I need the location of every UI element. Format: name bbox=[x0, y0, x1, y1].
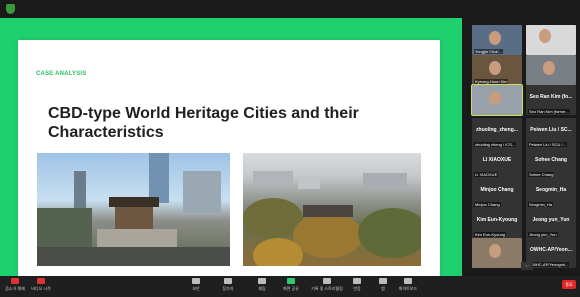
participant-caption: OWHC-AP/Yeongmi... bbox=[528, 262, 570, 267]
participant-tile-16[interactable]: OWHC-AP/Yeon... OWHC-AP/Yeongmi... bbox=[526, 238, 576, 268]
participant-face bbox=[539, 29, 551, 43]
start-video-label: 비디오 시작 bbox=[31, 286, 51, 291]
participant-name: Seo Ran Kim (fo... bbox=[529, 94, 573, 100]
video-camera-icon bbox=[37, 278, 45, 284]
participant-name: zhuoling_zheng... bbox=[476, 127, 518, 133]
chat-label: 채팅 bbox=[258, 286, 266, 291]
participant-caption: Peiwen Liu / SCU /... bbox=[528, 142, 567, 147]
participant-caption: Seogmin_Ha bbox=[528, 202, 554, 207]
participants-label: 참가자 bbox=[222, 286, 234, 291]
end-meeting-button[interactable]: 종료 bbox=[562, 280, 576, 289]
chat-icon bbox=[258, 278, 266, 284]
participant-face bbox=[489, 91, 501, 105]
participant-tile-14[interactable]: Jeong yun_Yun Jeong yun_Yun bbox=[526, 208, 576, 238]
participant-caption: Kim Eun-Kyoung bbox=[474, 232, 507, 237]
participant-tile-4[interactable] bbox=[526, 55, 576, 85]
start-video-button[interactable]: 비디오 시작 bbox=[26, 278, 56, 292]
apps-label: 앱 bbox=[381, 286, 385, 291]
security-label: 보안 bbox=[192, 286, 200, 291]
participant-tile-9[interactable]: LI XIAOXUE LI XIAOXUE bbox=[472, 148, 522, 178]
participant-face bbox=[489, 61, 501, 75]
slide-left-band bbox=[0, 18, 18, 276]
participant-name: OWHC-AP/Yeon... bbox=[530, 247, 572, 253]
participants-button[interactable]: 참가자 bbox=[213, 278, 243, 292]
participant-caption: zhuoling zheng / ICS... bbox=[474, 142, 517, 147]
participant-face bbox=[489, 244, 501, 258]
participant-name: Minjoo Chang bbox=[480, 187, 514, 193]
participant-tile-3[interactable]: Kyeong-Hoon Kim bbox=[472, 55, 522, 85]
reactions-icon bbox=[353, 278, 361, 284]
city-aerial-photo bbox=[243, 153, 421, 266]
shared-screen: CASE ANALYSIS CBD-type World Heritage Ci… bbox=[0, 18, 462, 276]
apps-icon bbox=[379, 278, 387, 284]
participant-caption: Jeong yun_Yun bbox=[528, 232, 558, 237]
meeting-toolbar: 음소거 해제 비디오 시작 보안 참가자 채팅 화면 공유 기록 및 스토리텔링… bbox=[0, 276, 580, 297]
participant-caption: Sohee Chang bbox=[528, 172, 555, 177]
chat-button[interactable]: 채팅 bbox=[247, 278, 277, 292]
participant-caption: Kyeong-Hoon Kim bbox=[474, 79, 509, 84]
participant-tile-1[interactable]: Yongjin Choi/... bbox=[472, 25, 522, 55]
participant-caption: Yongjin Choi/... bbox=[474, 49, 503, 54]
record-label: 기록 및 스토리텔링 bbox=[311, 286, 343, 291]
participant-tile-11[interactable]: Minjoo Chang Minjoo Chang bbox=[472, 178, 522, 208]
participant-tile-2[interactable] bbox=[526, 25, 576, 55]
share-screen-label: 화면 공유 bbox=[283, 286, 299, 291]
participant-name: Seogmin_Ha bbox=[535, 187, 567, 193]
participant-tile-7[interactable]: zhuoling_zheng... zhuoling zheng / ICS..… bbox=[472, 118, 522, 148]
participant-name: Kim Eun-Kyoung bbox=[476, 217, 518, 223]
whiteboard-button[interactable]: 화이트보드 bbox=[393, 278, 423, 292]
participant-caption: Seo Ran Kim (forme... bbox=[528, 109, 570, 114]
participant-tile-13[interactable]: Kim Eun-Kyoung Kim Eun-Kyoung bbox=[472, 208, 522, 238]
security-shield-icon[interactable] bbox=[6, 4, 15, 14]
reactions-label: 반응 bbox=[353, 286, 361, 291]
participant-tile-12[interactable]: Seogmin_Ha Seogmin_Ha bbox=[526, 178, 576, 208]
presentation-slide: CASE ANALYSIS CBD-type World Heritage Ci… bbox=[0, 18, 462, 276]
participants-icon bbox=[224, 278, 232, 284]
unmute-label: 음소거 해제 bbox=[5, 286, 25, 291]
slide-right-band bbox=[440, 18, 462, 276]
whiteboard-label: 화이트보드 bbox=[398, 286, 418, 291]
whiteboard-icon bbox=[404, 278, 412, 284]
meeting-top-bar bbox=[0, 0, 580, 18]
participant-name: Peiwen Liu / SC... bbox=[530, 127, 572, 133]
participant-tile-5[interactable] bbox=[471, 84, 523, 116]
security-button[interactable]: 보안 bbox=[181, 278, 211, 292]
participant-face bbox=[489, 31, 501, 45]
participants-panel: Yongjin Choi/... Kyeong-Hoon Kim Seo Ran… bbox=[470, 18, 580, 276]
participant-caption: LI XIAOXUE bbox=[474, 172, 499, 177]
participant-name: LI XIAOXUE bbox=[482, 157, 512, 163]
participant-tile-8[interactable]: Peiwen Liu / SC... Peiwen Liu / SCU /... bbox=[526, 118, 576, 148]
participant-caption: Minjoo Chang bbox=[474, 202, 501, 207]
share-screen-icon bbox=[287, 278, 295, 284]
share-screen-button[interactable]: 화면 공유 bbox=[276, 278, 306, 292]
palace-gate-photo bbox=[37, 153, 230, 266]
slide-kicker: CASE ANALYSIS bbox=[36, 71, 87, 77]
participant-name: Sohee Chang bbox=[535, 157, 567, 163]
participant-tile-15[interactable] bbox=[472, 238, 522, 268]
participant-tile-10[interactable]: Sohee Chang Sohee Chang bbox=[526, 148, 576, 178]
record-icon bbox=[323, 278, 331, 284]
shield-icon bbox=[192, 278, 200, 284]
participant-tile-6[interactable]: Seo Ran Kim (fo... Seo Ran Kim (forme... bbox=[526, 85, 576, 115]
chevron-down-icon[interactable]: ⌵ bbox=[521, 262, 533, 270]
participant-name: Jeong yun_Yun bbox=[532, 217, 570, 223]
participant-face bbox=[543, 61, 555, 75]
slide-title: CBD-type World Heritage Cities and their… bbox=[48, 105, 359, 141]
microphone-icon bbox=[11, 278, 19, 284]
